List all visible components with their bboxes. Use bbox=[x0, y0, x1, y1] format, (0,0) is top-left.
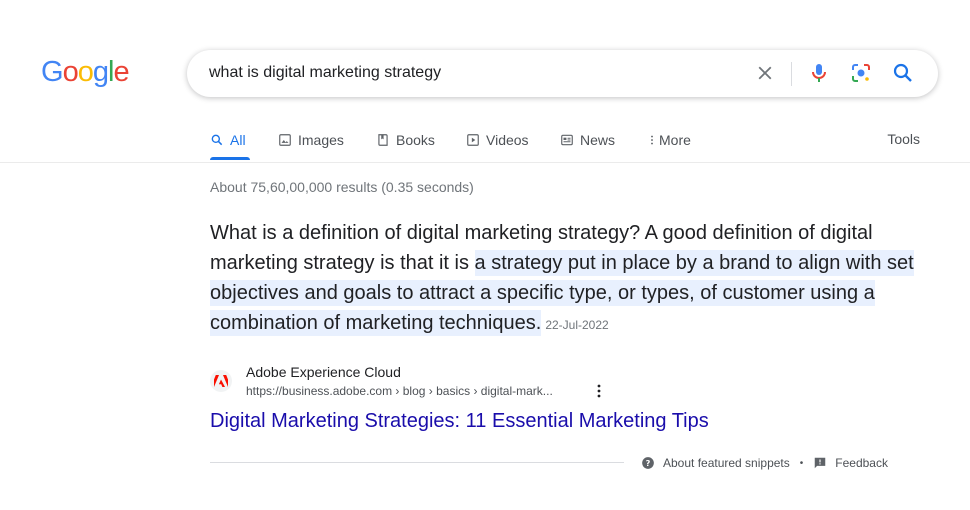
search-input[interactable]: what is digital marketing strategy bbox=[209, 64, 441, 82]
search-box[interactable]: what is digital marketing strategy bbox=[187, 50, 938, 97]
footer-divider bbox=[210, 462, 624, 463]
snippet-footer: ? About featured snippets • Feedback bbox=[641, 455, 888, 471]
search-tabs: All Images Books Videos News More Tools bbox=[210, 131, 920, 161]
book-icon bbox=[378, 134, 388, 146]
result-title-link[interactable]: Digital Marketing Strategies: 11 Essenti… bbox=[210, 410, 709, 433]
featured-snippet: What is a definition of digital marketin… bbox=[210, 218, 930, 340]
tools-button[interactable]: Tools bbox=[887, 131, 920, 147]
tab-images[interactable]: Images bbox=[278, 131, 344, 149]
snippet-date: 22-Jul-2022 bbox=[545, 318, 609, 332]
feedback-label: Feedback bbox=[835, 456, 888, 470]
tab-label: News bbox=[580, 132, 616, 148]
tab-label: Videos bbox=[486, 132, 529, 148]
result-source[interactable]: Adobe Experience Cloud https://business.… bbox=[210, 364, 810, 398]
search-divider bbox=[791, 62, 792, 86]
logo-letter: o bbox=[77, 56, 94, 88]
tab-label: Images bbox=[298, 132, 344, 148]
source-name: Adobe Experience Cloud bbox=[246, 364, 401, 380]
footer-separator: • bbox=[799, 457, 804, 469]
close-icon[interactable] bbox=[754, 62, 776, 84]
tab-videos[interactable]: Videos bbox=[466, 131, 529, 149]
tab-label: Books bbox=[396, 132, 435, 148]
source-url: https://business.adobe.com › blog › basi… bbox=[246, 384, 553, 398]
tab-more[interactable]: More bbox=[648, 131, 691, 149]
adobe-icon bbox=[210, 370, 232, 392]
header-divider bbox=[0, 162, 970, 163]
google-logo[interactable]: Google bbox=[41, 56, 130, 89]
tab-books[interactable]: Books bbox=[376, 131, 435, 149]
more-vert-icon bbox=[651, 135, 653, 145]
help-icon: ? bbox=[642, 457, 654, 469]
logo-letter: e bbox=[113, 56, 129, 88]
play-icon bbox=[467, 134, 479, 146]
svg-text:?: ? bbox=[646, 458, 651, 468]
result-stats: About 75,60,00,000 results (0.35 seconds… bbox=[210, 179, 474, 195]
more-options-icon[interactable] bbox=[594, 383, 604, 399]
logo-letter: g bbox=[92, 56, 109, 88]
tab-news[interactable]: News bbox=[560, 131, 615, 149]
feedback-icon bbox=[815, 457, 826, 469]
tab-label: All bbox=[230, 132, 246, 148]
tab-label: More bbox=[659, 132, 691, 148]
search-icon[interactable] bbox=[891, 61, 915, 85]
microphone-icon[interactable] bbox=[807, 61, 831, 85]
about-label: About featured snippets bbox=[663, 456, 790, 470]
news-icon bbox=[561, 134, 573, 146]
tab-all[interactable]: All bbox=[210, 131, 246, 149]
logo-letter: o bbox=[62, 56, 79, 88]
feedback-link[interactable]: Feedback bbox=[813, 456, 888, 470]
search-icon bbox=[211, 134, 223, 146]
about-featured-snippets-link[interactable]: ? About featured snippets bbox=[641, 456, 790, 470]
active-tab-indicator bbox=[210, 157, 250, 160]
logo-letter: G bbox=[41, 56, 64, 88]
lens-icon[interactable] bbox=[849, 61, 873, 85]
image-icon bbox=[279, 134, 291, 146]
